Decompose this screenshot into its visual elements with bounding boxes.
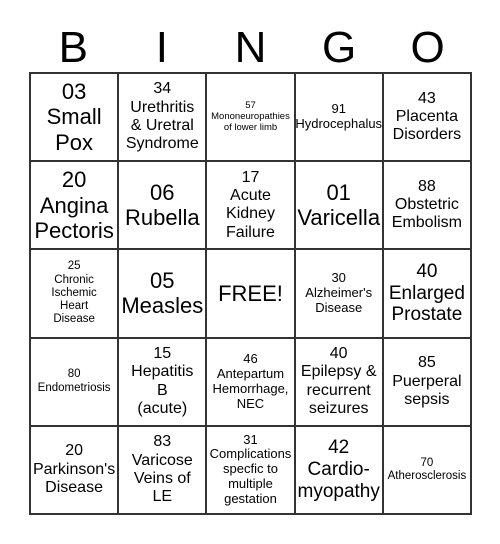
bingo-header: B I N G O (29, 24, 472, 72)
bingo-cell[interactable]: 85 Puerperal sepsis (382, 337, 471, 426)
bingo-cell[interactable]: 70 Atherosclerosis (382, 425, 471, 514)
bingo-cell[interactable]: 80 Endometriosis (30, 337, 119, 426)
bingo-cell[interactable]: 20 Angina Pectoris (30, 161, 119, 250)
bingo-cell[interactable]: 25 Chronic Ischemic Heart Disease (30, 249, 119, 338)
bingo-grid: 03 Small Pox 34 Urethritis & Uretral Syn… (29, 72, 472, 515)
header-letter-b: B (58, 23, 88, 72)
free-space-cell[interactable]: FREE! (206, 249, 295, 338)
bingo-cell[interactable]: 31 Complications specfic to multiple ges… (206, 425, 295, 514)
bingo-cell[interactable]: 30 Alzheimer's Disease (294, 249, 383, 338)
bingo-cell[interactable]: 42 Cardio- myopathy (294, 425, 383, 514)
header-letter-n: N (234, 23, 267, 72)
bingo-cell[interactable]: 57 Mononeuropathies of lower limb (206, 73, 295, 162)
bingo-cell[interactable]: 83 Varicose Veins of LE (118, 425, 207, 514)
bingo-cell[interactable]: 40 Enlarged Prostate (382, 249, 471, 338)
bingo-cell[interactable]: 17 Acute Kidney Failure (206, 161, 295, 250)
header-letter-i: I (155, 23, 168, 72)
bingo-cell[interactable]: 01 Varicella (294, 161, 383, 250)
bingo-cell[interactable]: 05 Measles (118, 249, 207, 338)
bingo-cell[interactable]: 43 Placenta Disorders (382, 73, 471, 162)
header-letter-g: G (321, 23, 357, 72)
bingo-cell[interactable]: 06 Rubella (118, 161, 207, 250)
bingo-cell[interactable]: 15 Hepatitis B (acute) (118, 337, 207, 426)
bingo-cell[interactable]: 03 Small Pox (30, 73, 119, 162)
bingo-cell[interactable]: 91 Hydrocephalus (294, 73, 383, 162)
bingo-cell[interactable]: 46 Antepartum Hemorrhage, NEC (206, 337, 295, 426)
header-letter-o: O (410, 23, 445, 72)
bingo-cell[interactable]: 88 Obstetric Embolism (382, 161, 471, 250)
bingo-cell[interactable]: 40 Epilepsy & recurrent seizures (294, 337, 383, 426)
bingo-cell[interactable]: 20 Parkinson's Disease (30, 425, 119, 514)
bingo-cell[interactable]: 34 Urethritis & Uretral Syndrome (118, 73, 207, 162)
